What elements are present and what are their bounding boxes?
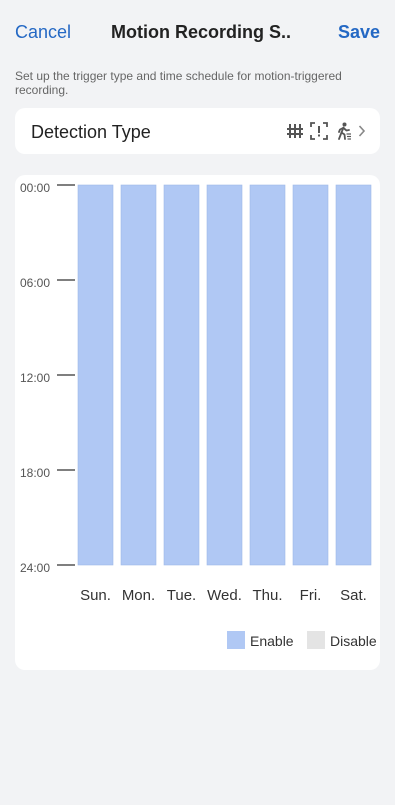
day-label: Mon. — [122, 587, 155, 604]
line-crossing-icon — [287, 124, 303, 138]
schedule-bar-mon[interactable] — [120, 184, 157, 566]
time-label: 06:00 — [20, 276, 50, 290]
schedule-description: Set up the trigger type and time schedul… — [15, 69, 342, 97]
schedule-bar-sun[interactable] — [77, 184, 114, 566]
schedule-card: 00:00 06:00 12:00 18:00 24:00 Sun. Mon. Tue. Wed… — [15, 175, 380, 670]
header-bar: Cancel Motion Recording S... Save — [0, 0, 395, 66]
human-motion-icon — [338, 122, 351, 140]
time-label: 24:00 — [20, 561, 50, 575]
legend-disable-label: Disable — [330, 633, 377, 649]
save-button[interactable]: Save — [338, 22, 380, 43]
schedule-bar-fri[interactable] — [292, 184, 329, 566]
enable-swatch — [227, 631, 245, 649]
day-label: Tue. — [167, 587, 196, 604]
time-label: 18:00 — [20, 466, 50, 480]
day-label: Sun. — [80, 587, 111, 604]
day-label: Sat. — [340, 587, 367, 604]
intrusion-icon — [310, 122, 328, 140]
time-label: 00:00 — [20, 181, 50, 195]
detection-type-icons — [286, 121, 366, 141]
schedule-bar-thu[interactable] — [249, 184, 286, 566]
schedule-bar-wed[interactable] — [206, 184, 243, 566]
detection-type-label: Detection Type — [31, 122, 151, 142]
weekly-schedule-grid[interactable]: 00:00 06:00 12:00 18:00 24:00 Sun. Mon. Tue. Wed… — [15, 175, 380, 670]
legend-enable-label: Enable — [250, 633, 294, 649]
schedule-bar-tue[interactable] — [163, 184, 200, 566]
cancel-button[interactable]: Cancel — [15, 22, 71, 43]
detection-type-row[interactable]: Detection Type — [15, 108, 380, 154]
time-label: 12:00 — [20, 371, 50, 385]
day-label: Fri. — [300, 587, 322, 604]
day-label: Thu. — [252, 587, 282, 604]
page-title: Motion Recording S... — [111, 22, 291, 42]
chevron-right-icon — [358, 125, 366, 137]
schedule-bar-sat[interactable] — [335, 184, 372, 566]
day-label: Wed. — [207, 587, 242, 604]
disable-swatch — [307, 631, 325, 649]
